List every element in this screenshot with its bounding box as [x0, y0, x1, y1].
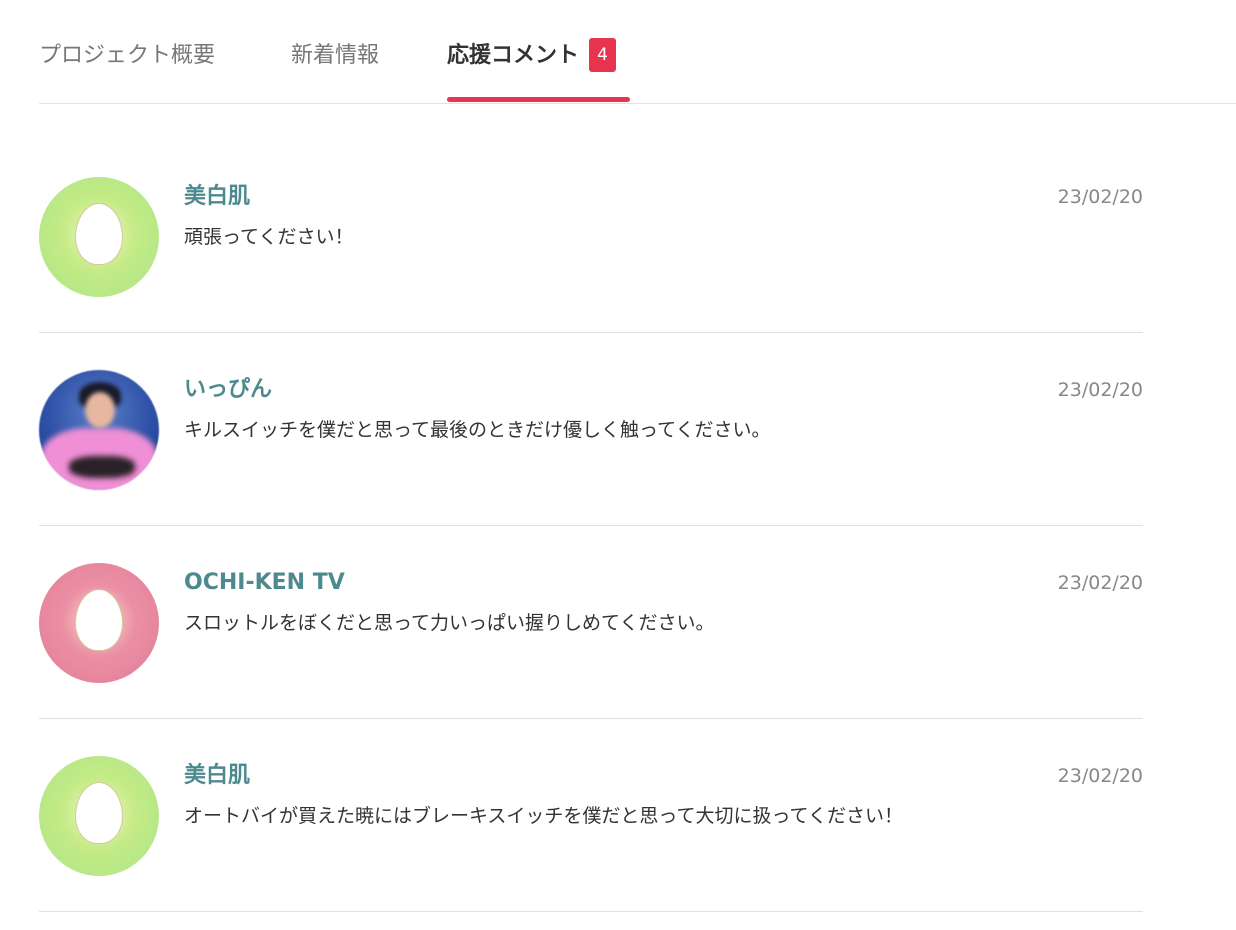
tab-project-overview[interactable]: プロジェクト概要 — [39, 40, 215, 72]
photo-head — [85, 392, 115, 428]
comment-date: 23/02/20 — [1057, 572, 1143, 594]
comment-count-badge: 4 — [589, 38, 617, 72]
default-avatar-icon[interactable] — [39, 563, 159, 683]
comment-author[interactable]: OCHI-KEN TV — [184, 568, 345, 598]
comment-text: 頑張ってください！ — [184, 226, 354, 248]
comment-author[interactable]: 美白肌 — [184, 182, 250, 212]
comment-text: スロットルをぼくだと思って力いっぱい握りしめてください。 — [184, 612, 715, 634]
photo-arms — [69, 456, 135, 478]
tab-support-comments-label: 応援コメント — [447, 43, 580, 68]
comment-text: キルスイッチを僕だと思って最後のときだけ優しく触ってください。 — [184, 419, 771, 441]
comment-item: OCHI-KEN TV 23/02/20 スロットルをぼくだと思って力いっぱい握… — [39, 526, 1143, 719]
comment-item: 美白肌 23/02/20 オートバイが買えた暁にはブレーキスイッチを僕だと思って… — [39, 719, 1143, 912]
comment-author[interactable]: 美白肌 — [184, 761, 250, 791]
user-photo-avatar[interactable] — [39, 370, 159, 490]
avatar-face-shape — [75, 589, 123, 651]
comment-text: オートバイが買えた暁にはブレーキスイッチを僕だと思って大切に扱ってください！ — [184, 805, 903, 827]
default-avatar-icon[interactable] — [39, 756, 159, 876]
comment-date: 23/02/20 — [1057, 765, 1143, 787]
comment-item: いっぴん 23/02/20 キルスイッチを僕だと思って最後のときだけ優しく触って… — [39, 333, 1143, 526]
default-avatar-icon[interactable] — [39, 177, 159, 297]
comment-date: 23/02/20 — [1057, 186, 1143, 208]
active-tab-indicator — [447, 97, 630, 102]
tab-bar: プロジェクト概要 新着情報 応援コメント 4 — [39, 0, 1236, 104]
tab-support-comments[interactable]: 応援コメント 4 — [447, 38, 617, 72]
comment-item: 美白肌 23/02/20 頑張ってください！ — [39, 140, 1143, 333]
comment-date: 23/02/20 — [1057, 379, 1143, 401]
avatar-face-shape — [75, 203, 123, 265]
avatar-face-shape — [75, 782, 123, 844]
tab-news[interactable]: 新着情報 — [291, 40, 379, 72]
comment-author[interactable]: いっぴん — [184, 375, 272, 405]
